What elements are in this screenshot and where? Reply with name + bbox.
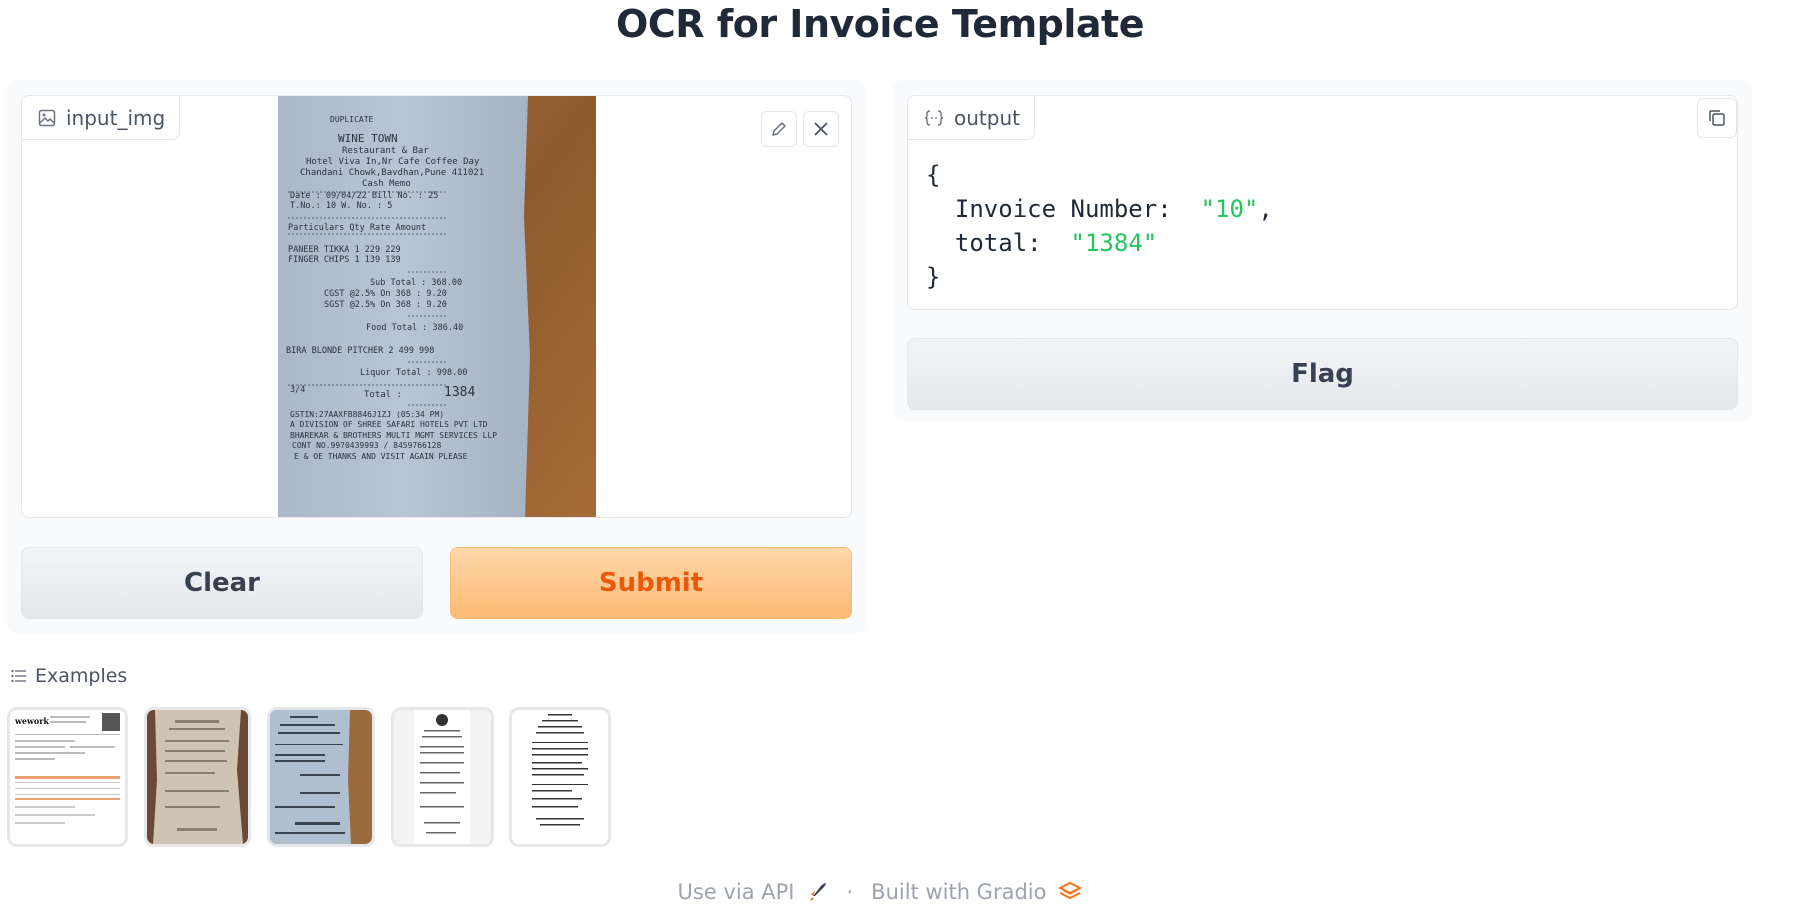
edit-button[interactable] — [761, 111, 797, 147]
footer: Use via API · Built with Gradio — [0, 878, 1760, 906]
image-icon — [38, 109, 56, 126]
list-icon — [11, 669, 26, 683]
receipt-line: FINGER CHIPS 1 139 139 — [288, 255, 401, 265]
example-thumbnail-1[interactable]: wework — [7, 707, 128, 847]
receipt-line: 3/4 — [290, 385, 305, 395]
example-thumbnail-5[interactable] — [509, 707, 611, 847]
page-title: OCR for Invoice Template — [616, 2, 1144, 46]
receipt-line: Restaurant & Bar — [342, 146, 429, 156]
json-key-total: total: — [954, 229, 1042, 257]
receipt-line: E & OE THANKS AND VISIT AGAIN PLEASE — [294, 452, 468, 461]
built-with-gradio-link[interactable]: Built with Gradio — [871, 880, 1046, 904]
json-close-brace: } — [926, 263, 941, 291]
receipt-line: GSTIN:27AAXFB8846J1ZJ (05:34 PM) — [290, 410, 444, 419]
example-logo-text: wework — [14, 716, 49, 726]
receipt-line: PANEER TIKKA 1 229 229 — [288, 245, 401, 255]
receipt-line: Liquor Total : 998.00 — [360, 368, 467, 378]
receipt-line: A DIVISION OF SHREE SAFARI HOTELS PVT LT… — [290, 420, 488, 429]
flag-button[interactable]: Flag — [907, 338, 1738, 410]
copy-icon — [1709, 110, 1725, 126]
receipt-line: BHAREKAR & BROTHERS MULTI MGMT SERVICES … — [290, 431, 497, 440]
receipt-line: Total : — [364, 390, 402, 400]
receipt-line: BIRA BLONDE PITCHER 2 499 998 — [286, 346, 434, 356]
close-button[interactable] — [803, 111, 839, 147]
submit-button[interactable]: Submit — [450, 547, 852, 619]
receipt-line: Particulars Qty Rate Amount — [288, 223, 426, 233]
image-input[interactable]: input_img DUPLICATE WINE TOWN Restaurant &… — [21, 95, 852, 518]
rocket-icon — [810, 883, 827, 901]
receipt-line: DUPLICATE — [330, 115, 374, 124]
close-icon — [814, 122, 828, 136]
input-label: input_img — [22, 96, 181, 140]
receipt-line: CONT NO.9970439993 / 8459766128 — [292, 441, 441, 450]
receipt-line: CGST @2.5% On 368 : 9.20 — [324, 289, 447, 299]
receipt-line: Date : 09/04/22 Bill No. : 25 — [290, 191, 438, 201]
output-label: output — [908, 96, 1035, 140]
json-output: output { Invoice Number: "10", total: "1… — [907, 95, 1738, 310]
example-thumbnail-2[interactable] — [144, 707, 251, 847]
input-label-text: input_img — [66, 105, 166, 130]
receipt-line: Hotel Viva In,Nr Cafe Coffee Day — [306, 157, 480, 167]
input-panel: input_img DUPLICATE WINE TOWN Restaurant &… — [7, 80, 866, 633]
example-image-crumpled-receipt — [147, 710, 248, 844]
json-content: { Invoice Number: "10", total: "1384" } — [926, 158, 1273, 294]
json-value-invoice-number: "10" — [1200, 195, 1259, 223]
receipt-line: 1384 — [444, 385, 475, 400]
example-image-invoice: wework — [10, 710, 125, 844]
examples-label: Examples — [35, 665, 128, 687]
example-image-wine-town-receipt — [270, 710, 372, 844]
receipt-line: WINE TOWN — [338, 132, 398, 145]
output-label-text: output — [954, 105, 1020, 130]
clear-button[interactable]: Clear — [21, 547, 423, 619]
receipt-line: Chandani Chowk,Bavdhan,Pune 411021 — [300, 168, 484, 178]
json-braces-icon — [924, 109, 944, 126]
json-key-invoice-number: Invoice Number: — [954, 195, 1172, 223]
pencil-icon — [772, 122, 786, 136]
example-image-printed-receipt — [512, 710, 608, 844]
example-thumbnail-3[interactable] — [267, 707, 375, 847]
example-thumbnail-4[interactable] — [391, 707, 494, 847]
copy-button[interactable] — [1697, 98, 1737, 138]
receipt-line: SGST @2.5% On 368 : 9.20 — [324, 300, 447, 310]
receipt-line: Cash Memo — [362, 179, 411, 189]
receipt-line: Food Total : 386.40 — [366, 323, 463, 333]
example-image-starbucks-receipt — [394, 710, 491, 844]
json-comma: , — [1258, 195, 1273, 223]
receipt-line: T.No.: 10 W. No. : 5 — [290, 201, 392, 211]
gradio-logo-icon — [1058, 881, 1083, 900]
receipt-line: Sub Total : 368.00 — [370, 278, 462, 288]
output-panel: output { Invoice Number: "10", total: "1… — [893, 80, 1752, 421]
receipt-image: DUPLICATE WINE TOWNRestaurant & BarHotel … — [278, 96, 596, 517]
use-via-api-link[interactable]: Use via API — [678, 880, 795, 904]
json-value-total: "1384" — [1070, 229, 1158, 257]
json-open-brace: { — [926, 161, 941, 189]
footer-separator: · — [846, 880, 854, 904]
examples-header: Examples — [11, 665, 127, 687]
